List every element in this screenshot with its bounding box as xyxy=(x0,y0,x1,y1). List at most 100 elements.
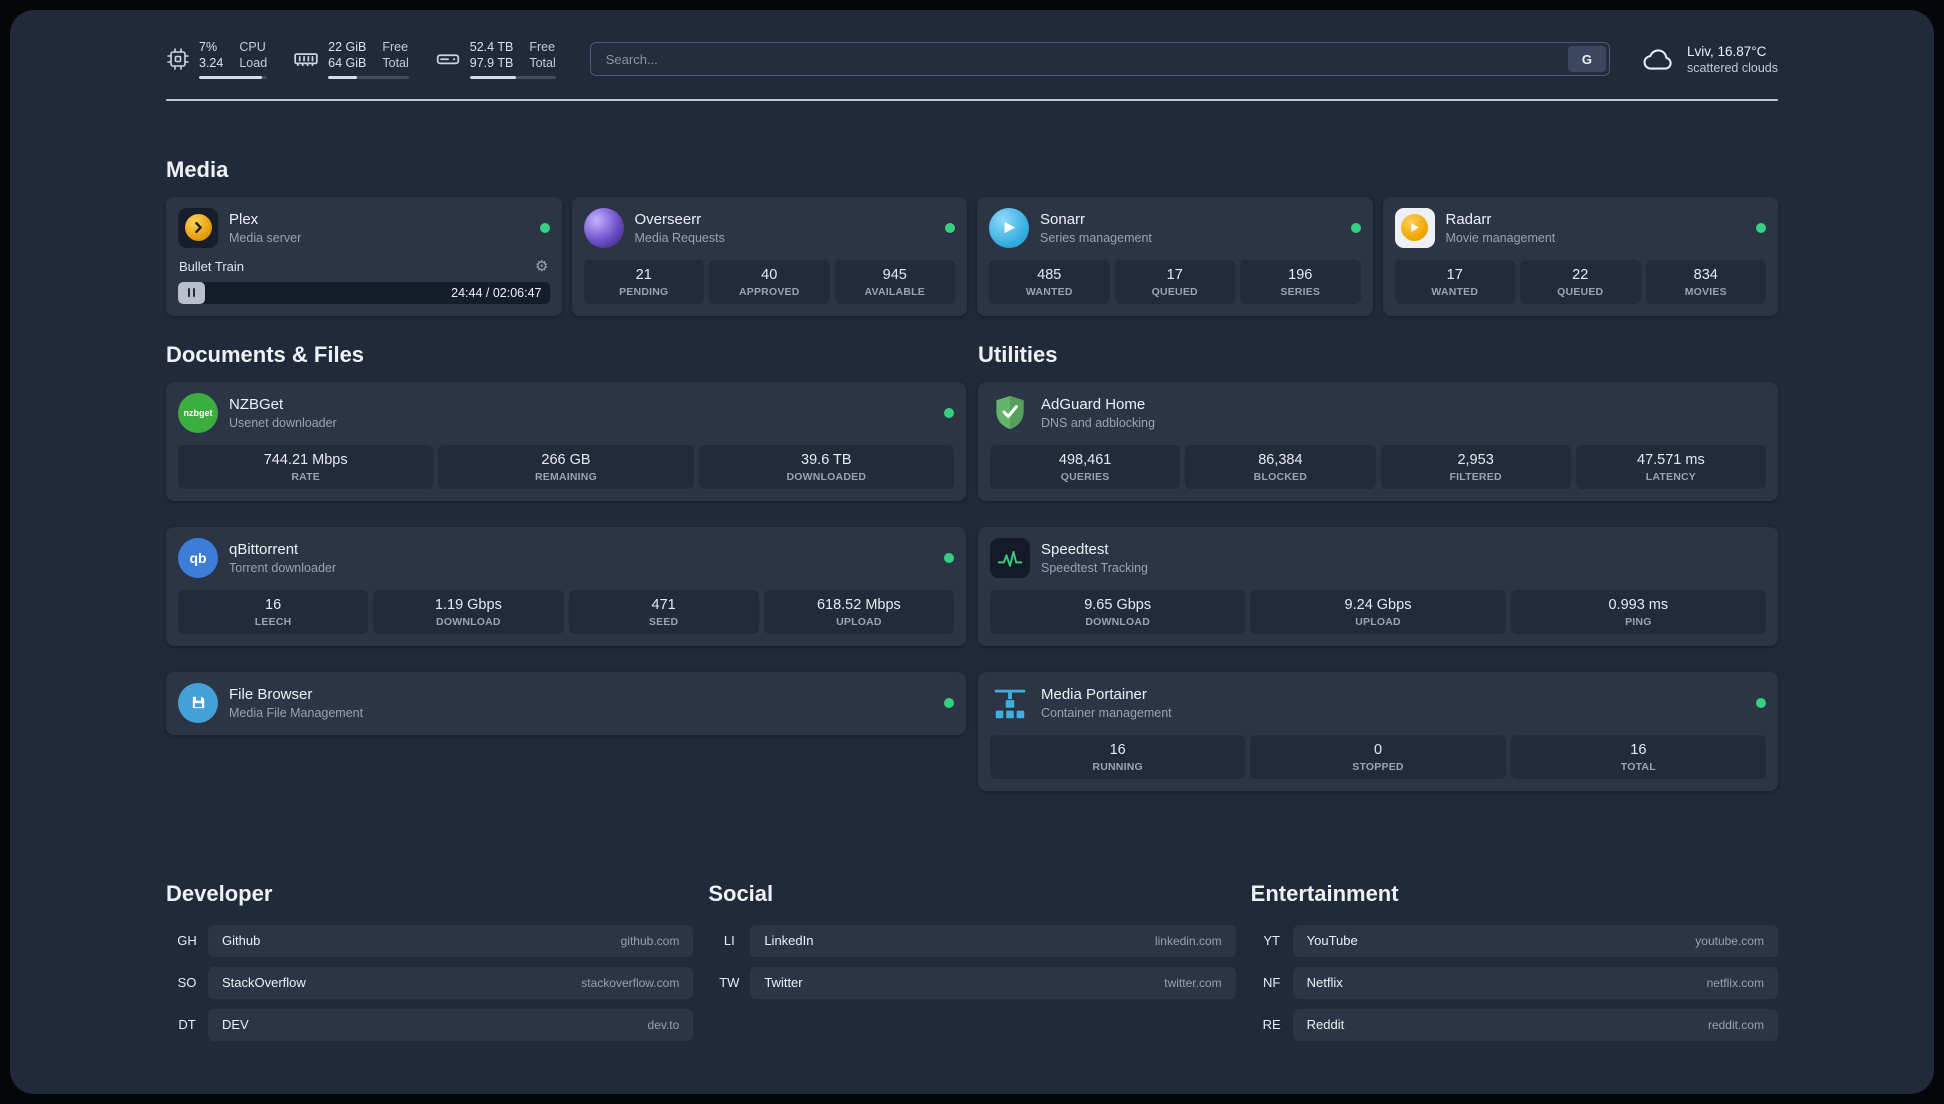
bookmark-linkedin[interactable]: LI LinkedIn linkedin.com xyxy=(708,924,1236,957)
stat-upload: 9.24 Gbps UPLOAD xyxy=(1250,589,1506,634)
bookmark-domain: linkedin.com xyxy=(1154,933,1222,948)
memory-icon xyxy=(293,46,319,72)
service-card-overseerr[interactable]: Overseerr Media Requests 21 PENDING 40 A… xyxy=(571,196,967,316)
bookmark-name: DEV xyxy=(222,1017,249,1032)
stat-remaining: 266 GB REMAINING xyxy=(438,444,694,489)
stat-running: 16 RUNNING xyxy=(990,734,1246,779)
stat-approved: 40 APPROVED xyxy=(709,259,830,304)
disk-label-bottom: Total xyxy=(529,56,556,71)
sonarr-icon xyxy=(989,207,1029,248)
bookmark-abbr: LI xyxy=(723,933,735,948)
bookmark-name: Github xyxy=(222,933,261,948)
dashboard-page: 7% CPU 3.24 Load 22 GiB Free 64 GiB Tota… xyxy=(10,10,1934,1094)
playback-progress-bar[interactable]: 24:44 / 02:06:47 xyxy=(178,281,550,304)
stat-movies: 834 MOVIES xyxy=(1645,259,1766,304)
developer-section-title: Developer xyxy=(166,880,273,906)
status-dot xyxy=(1350,222,1361,233)
disk-total-value: 97.9 TB xyxy=(469,56,514,71)
memory-widget: 22 GiB Free 64 GiB Total xyxy=(293,40,409,79)
weather-condition: scattered clouds xyxy=(1686,60,1778,75)
search-provider-button[interactable]: G xyxy=(1567,46,1606,73)
memory-total-value: 64 GiB xyxy=(328,56,367,71)
pause-icon[interactable] xyxy=(178,281,205,304)
stat-rate: 744.21 Mbps RATE xyxy=(178,444,434,489)
now-playing-title: Bullet Train xyxy=(179,258,245,274)
cpu-widget: 7% CPU 3.24 Load xyxy=(166,40,268,79)
status-dot xyxy=(945,222,955,233)
memory-label-top: Free xyxy=(382,40,409,54)
media-card-grid: Plex Media server Bullet Train ⚙ 24:44 /… xyxy=(166,196,1778,316)
documents-section-title: Documents & Files xyxy=(166,341,365,367)
service-card-nzbget[interactable]: nzbget NZBGet Usenet downloader 744.21 M… xyxy=(166,381,966,501)
memory-label-bottom: Total xyxy=(382,56,409,71)
bookmark-name: YouTube xyxy=(1306,933,1358,948)
playback-time: 24:44 / 02:06:47 xyxy=(451,285,542,300)
bookmark-abbr: TW xyxy=(719,975,740,990)
plex-now-playing-widget: Bullet Train ⚙ 24:44 / 02:06:47 xyxy=(178,250,550,304)
service-name: qBittorrent xyxy=(229,540,299,558)
qbittorrent-icon: qb xyxy=(178,537,218,578)
service-desc: Media server xyxy=(229,230,302,245)
service-card-speedtest[interactable]: Speedtest Speedtest Tracking 9.65 Gbps D… xyxy=(978,526,1778,646)
stat-series: 196 SERIES xyxy=(1240,259,1361,304)
social-section-title: Social xyxy=(708,880,774,906)
cpu-bar xyxy=(199,75,268,79)
service-card-sonarr[interactable]: Sonarr Series management 485 WANTED 17 Q… xyxy=(977,196,1373,316)
service-desc: Media Requests xyxy=(634,230,725,245)
bookmark-youtube[interactable]: YT YouTube youtube.com xyxy=(1251,924,1778,957)
bookmark-stackoverflow[interactable]: SO StackOverflow stackoverflow.com xyxy=(166,966,694,999)
service-card-qbittorrent[interactable]: qb qBittorrent Torrent downloader 16 LEE… xyxy=(166,526,966,646)
stat-wanted: 17 WANTED xyxy=(1394,259,1515,304)
disk-label-top: Free xyxy=(529,40,556,54)
adguard-icon xyxy=(990,393,1030,433)
stat-seed: 471 SEED xyxy=(568,589,759,634)
stat-total: 16 TOTAL xyxy=(1510,734,1766,779)
weather-widget: Lviv, 16.87°C scattered clouds xyxy=(1640,41,1778,77)
service-name: Sonarr xyxy=(1040,210,1086,228)
bookmark-netflix[interactable]: NF Netflix netflix.com xyxy=(1251,966,1778,999)
top-bar: 7% CPU 3.24 Load 22 GiB Free 64 GiB Tota… xyxy=(166,40,1778,79)
utilities-section-title: Utilities xyxy=(978,341,1058,367)
disk-widget: 52.4 TB Free 97.9 TB Total xyxy=(435,40,556,79)
service-card-filebrowser[interactable]: File Browser Media File Management xyxy=(166,671,966,735)
filebrowser-icon xyxy=(178,682,218,723)
stat-leech: 16 LEECH xyxy=(178,589,369,634)
gear-icon[interactable]: ⚙ xyxy=(535,259,548,274)
bookmark-domain: youtube.com xyxy=(1695,933,1764,948)
bookmark-reddit[interactable]: RE Reddit reddit.com xyxy=(1251,1008,1778,1041)
bookmark-name: LinkedIn xyxy=(764,933,814,948)
disk-free-value: 52.4 TB xyxy=(469,40,514,54)
service-name: Plex xyxy=(229,210,259,228)
stat-wanted: 485 WANTED xyxy=(989,259,1110,304)
service-name: NZBGet xyxy=(229,395,284,413)
bookmark-group-entertainment: Entertainment YT YouTube youtube.com NF … xyxy=(1251,881,1778,1041)
nzbget-icon: nzbget xyxy=(178,392,218,433)
service-name: AdGuard Home xyxy=(1041,395,1146,413)
service-desc: Container management xyxy=(1041,705,1172,720)
stat-queries: 498,461 QUERIES xyxy=(990,444,1181,489)
bookmark-domain: dev.to xyxy=(647,1017,680,1032)
search-input[interactable] xyxy=(603,50,1568,68)
service-card-plex[interactable]: Plex Media server Bullet Train ⚙ 24:44 /… xyxy=(166,196,562,316)
stat-ping: 0.993 ms PING xyxy=(1510,589,1766,634)
stat-latency: 47.571 ms LATENCY xyxy=(1575,444,1766,489)
service-desc: Torrent downloader xyxy=(229,560,337,575)
stat-queued: 17 QUEUED xyxy=(1114,259,1235,304)
service-card-portainer[interactable]: Media Portainer Container management 16 … xyxy=(978,671,1778,791)
status-dot xyxy=(539,222,550,233)
service-card-radarr[interactable]: Radarr Movie management 17 WANTED 22 QUE… xyxy=(1382,196,1778,316)
bookmark-dev[interactable]: DT DEV dev.to xyxy=(166,1008,694,1041)
portainer-icon xyxy=(990,683,1030,723)
stat-pending: 21 PENDING xyxy=(583,259,704,304)
bookmark-name: StackOverflow xyxy=(222,975,306,990)
section-documents: Documents & Files nzbget NZBGet Usenet d… xyxy=(166,342,966,817)
service-name: Overseerr xyxy=(634,210,702,228)
status-dot xyxy=(1756,697,1766,708)
speedtest-icon xyxy=(990,537,1030,578)
stat-blocked: 86,384 BLOCKED xyxy=(1185,444,1376,489)
bookmark-twitter[interactable]: TW Twitter twitter.com xyxy=(708,966,1236,999)
cpu-load-value: 3.24 xyxy=(199,56,224,71)
bookmark-github[interactable]: GH Github github.com xyxy=(166,924,694,957)
service-card-adguard[interactable]: AdGuard Home DNS and adblocking 498,461 … xyxy=(978,381,1778,501)
search-bar: G xyxy=(589,42,1610,77)
